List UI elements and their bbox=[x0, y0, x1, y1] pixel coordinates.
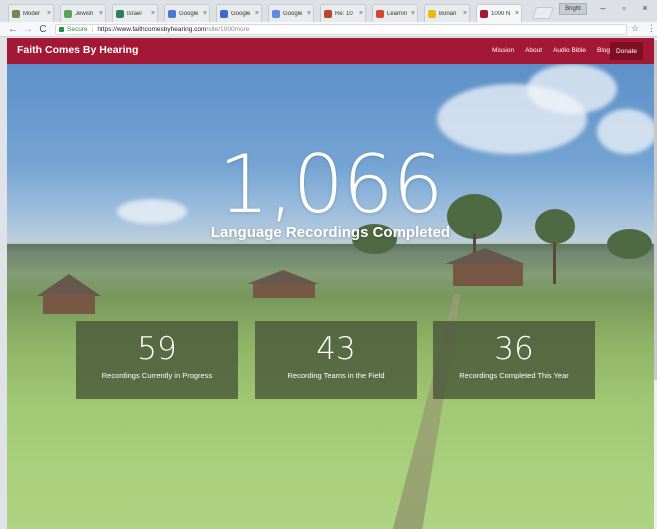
browser-tab[interactable]: Learnin × bbox=[372, 4, 418, 22]
browser-tab[interactable]: Re: 10 × bbox=[320, 4, 366, 22]
tab-label: Jewish bbox=[75, 10, 94, 17]
tab-close-icon[interactable]: × bbox=[151, 10, 155, 17]
tab-favicon-icon bbox=[428, 9, 436, 18]
profile-button[interactable]: Bright bbox=[559, 3, 587, 15]
browser-tab-active[interactable]: 1000 N × bbox=[476, 4, 522, 22]
close-window-icon[interactable]: × bbox=[638, 3, 652, 13]
browser-menu-icon[interactable]: ⋮ bbox=[647, 23, 656, 34]
tab-close-icon[interactable]: × bbox=[99, 10, 103, 17]
stat-label: Recording Teams in the Field bbox=[287, 371, 385, 380]
tab-favicon-icon bbox=[480, 9, 488, 18]
tab-strip: Moder × Jewish × Israel × Google × Googl… bbox=[0, 0, 657, 22]
tab-label: Bonan bbox=[439, 10, 457, 17]
stat-card: 59 Recordings Currently in Progress bbox=[76, 321, 238, 399]
tab-label: Learnin bbox=[387, 10, 408, 17]
nav-link-about[interactable]: About bbox=[525, 47, 542, 54]
minimize-icon[interactable]: – bbox=[596, 3, 610, 13]
browser-tab[interactable]: Google × bbox=[268, 4, 314, 22]
site-header: Faith Comes By Hearing Mission About Aud… bbox=[7, 38, 654, 64]
url-path: /site/1000more bbox=[206, 26, 250, 33]
tab-favicon-icon bbox=[272, 9, 280, 18]
nav-link-audio-bible[interactable]: Audio Bible bbox=[553, 47, 586, 54]
stat-label: Recordings Completed This Year bbox=[459, 371, 569, 380]
tab-label: Moder bbox=[23, 10, 41, 17]
stat-card: 43 Recording Teams in the Field bbox=[255, 321, 417, 399]
tab-label: Google bbox=[283, 10, 303, 17]
browser-tab[interactable]: Jewish × bbox=[60, 4, 106, 22]
new-tab-button[interactable] bbox=[531, 7, 555, 19]
tab-label: Google bbox=[231, 10, 251, 17]
browser-tab[interactable]: Israel × bbox=[112, 4, 158, 22]
address-separator: | bbox=[91, 26, 94, 33]
stat-value: 36 bbox=[494, 331, 534, 367]
tab-close-icon[interactable]: × bbox=[203, 10, 207, 17]
tab-close-icon[interactable]: × bbox=[515, 10, 519, 17]
hero-number: 1,066 bbox=[218, 138, 443, 231]
site-nav: Mission About Audio Bible Blog bbox=[492, 47, 610, 54]
browser-toolbar: ← → C Secure | https://www.faithcomesbyh… bbox=[0, 22, 657, 37]
tab-label: Google bbox=[179, 10, 199, 17]
secure-label: Secure bbox=[67, 26, 88, 33]
browser-tab[interactable]: Google × bbox=[164, 4, 210, 22]
hero-overlay bbox=[7, 64, 654, 529]
site-logo[interactable]: Faith Comes By Hearing bbox=[17, 44, 138, 56]
forward-arrow-icon[interactable]: → bbox=[22, 23, 34, 36]
tab-label: Israel bbox=[127, 10, 142, 17]
lock-icon bbox=[59, 27, 64, 32]
browser-tab[interactable]: Bonan × bbox=[424, 4, 470, 22]
tab-close-icon[interactable]: × bbox=[255, 10, 259, 17]
back-arrow-icon[interactable]: ← bbox=[7, 23, 19, 36]
browser-tab[interactable]: Google × bbox=[216, 4, 262, 22]
hero-section: 1,066 Language Recordings Completed 59 R… bbox=[7, 64, 654, 529]
tab-favicon-icon bbox=[376, 9, 384, 18]
hero-caption: Language Recordings Completed bbox=[210, 224, 451, 241]
browser-tab[interactable]: Moder × bbox=[8, 4, 54, 22]
tab-close-icon[interactable]: × bbox=[307, 10, 311, 17]
tab-close-icon[interactable]: × bbox=[359, 10, 363, 17]
stat-card: 36 Recordings Completed This Year bbox=[433, 321, 595, 399]
donate-button[interactable]: Donate bbox=[610, 42, 643, 60]
bookmark-star-icon[interactable]: ☆ bbox=[631, 23, 639, 34]
browser-window: Moder × Jewish × Israel × Google × Googl… bbox=[0, 0, 657, 529]
tab-close-icon[interactable]: × bbox=[463, 10, 467, 17]
nav-link-blog[interactable]: Blog bbox=[597, 47, 610, 54]
reload-icon[interactable]: C bbox=[37, 23, 49, 36]
stat-label: Recordings Currently in Progress bbox=[101, 371, 213, 380]
tab-favicon-icon bbox=[64, 9, 72, 18]
address-bar[interactable]: Secure | https://www.faithcomesbyhearing… bbox=[55, 24, 627, 35]
tab-favicon-icon bbox=[220, 9, 228, 18]
tab-favicon-icon bbox=[12, 9, 20, 18]
tab-favicon-icon bbox=[116, 9, 124, 18]
tab-favicon-icon bbox=[324, 9, 332, 18]
tab-label: Re: 10 bbox=[335, 10, 353, 17]
url-host: https://www.faithcomesbyhearing.com bbox=[97, 26, 207, 33]
tab-close-icon[interactable]: × bbox=[411, 10, 415, 17]
tab-label: 1000 N bbox=[491, 10, 511, 17]
tab-favicon-icon bbox=[168, 9, 176, 18]
stat-value: 43 bbox=[316, 331, 356, 367]
stat-value: 59 bbox=[137, 331, 177, 367]
nav-link-mission[interactable]: Mission bbox=[492, 47, 514, 54]
tab-close-icon[interactable]: × bbox=[47, 10, 51, 17]
maximize-icon[interactable]: ▫ bbox=[617, 3, 631, 13]
